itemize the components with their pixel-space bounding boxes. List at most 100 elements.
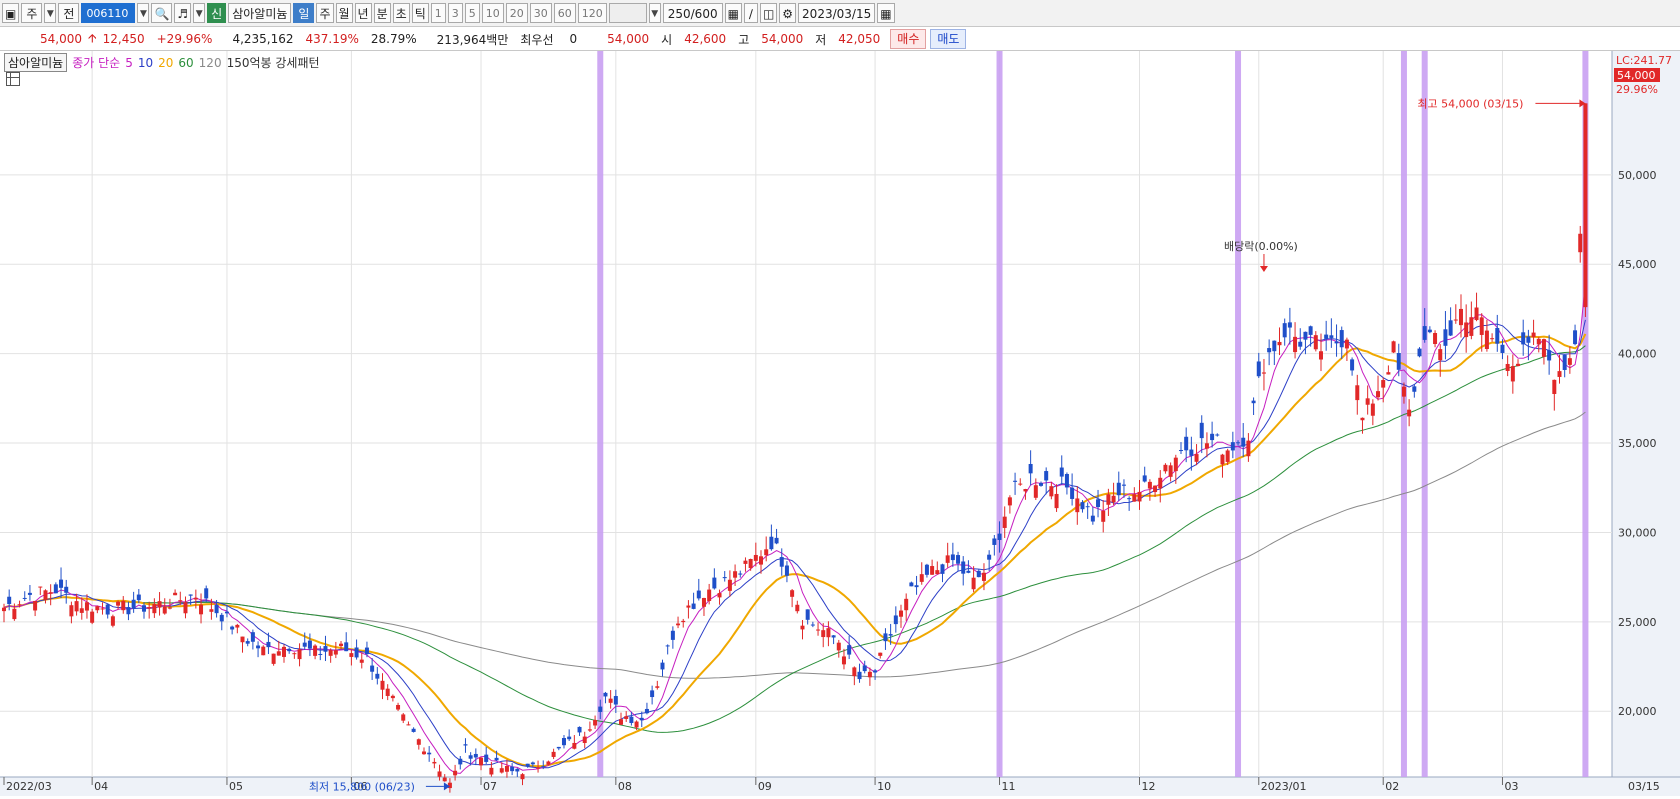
chevron-down-icon[interactable]: ▼ [44, 3, 57, 23]
candle-body [167, 607, 172, 609]
price-chart[interactable]: 20,000 25,000 30,000 35,000 40,000 45,000 50,0… [0, 51, 1680, 796]
chart-svg[interactable]: 20,000 25,000 30,000 35,000 40,000 45,000 50,0… [0, 51, 1680, 796]
candle-body [945, 555, 950, 563]
candle-settings-icon[interactable]: ▦ [724, 3, 742, 23]
buy-button[interactable]: 매수 [890, 29, 927, 49]
candle-body [484, 754, 489, 762]
period-tab-month[interactable]: 월 [335, 3, 353, 23]
ma5-line [3, 281, 1586, 774]
y-tick-label: 30,000 [1618, 526, 1657, 539]
date-input[interactable]: 2023/03/15 [798, 3, 876, 23]
high-annotation: 최고 54,000 (03/15) [1417, 97, 1523, 110]
candle-body [209, 609, 214, 612]
candle-body [541, 766, 546, 768]
candle-body [727, 579, 732, 591]
minute-120[interactable]: 120 [577, 3, 607, 23]
candle-body [1324, 334, 1329, 339]
candle-body [266, 641, 271, 648]
period-tab-year[interactable]: 년 [354, 3, 372, 23]
candle-body [1510, 366, 1515, 382]
candle-body [1573, 330, 1578, 345]
low-value: 42,050 [838, 32, 881, 46]
candle-body [961, 561, 966, 574]
search-icon[interactable]: 🔍 [151, 3, 173, 23]
candle-body [1552, 379, 1557, 394]
minute-1[interactable]: 1 [430, 3, 446, 23]
candle-body [810, 624, 815, 626]
candle-body [665, 645, 670, 647]
stock-code-input[interactable]: 006110 [81, 3, 136, 23]
speaker-icon[interactable]: ♬ [174, 3, 192, 23]
trend-line-icon[interactable]: ∕ [743, 3, 758, 23]
minute-20[interactable]: 20 [505, 3, 528, 23]
candle-body [131, 599, 136, 609]
interval-dropdown-icon[interactable]: ▼ [648, 3, 661, 23]
candle-body [1287, 322, 1292, 328]
save-icon[interactable]: ◫ [759, 3, 778, 23]
candle-body [411, 728, 416, 732]
candle-body [1344, 339, 1349, 349]
count-display[interactable]: 250/600 [662, 3, 723, 23]
period-tab-tick[interactable]: 틱 [411, 3, 429, 23]
minute-30[interactable]: 30 [529, 3, 552, 23]
candle-body [1267, 348, 1272, 353]
legend-stock-name[interactable]: 삼아알미늄 [4, 53, 68, 72]
candle-body [1184, 436, 1189, 451]
candle-body [276, 651, 281, 656]
candle-body [1127, 498, 1132, 500]
prev-button[interactable]: 전 [58, 3, 80, 23]
period-tab-second[interactable]: 초 [392, 3, 410, 23]
candle-body [1578, 233, 1583, 253]
x-tick-label: 02 [1385, 780, 1399, 793]
candle-body [442, 777, 447, 782]
period-selector[interactable]: 주 [21, 3, 43, 23]
sell-button[interactable]: 매도 [930, 29, 967, 49]
candle-body [1178, 450, 1183, 452]
candle-body [660, 662, 665, 670]
candle-body [899, 610, 904, 617]
priority-value: 0 [569, 32, 578, 46]
pattern-highlight-bar [1421, 51, 1428, 777]
candle-body [1230, 442, 1235, 451]
candle-body [1329, 335, 1334, 338]
candle-body [1298, 341, 1303, 347]
candle-body [831, 635, 836, 638]
candle-body [691, 603, 696, 609]
grid-toggle-icon[interactable] [6, 72, 20, 86]
candle-body [1090, 515, 1095, 522]
code-dropdown-icon[interactable]: ▼ [137, 3, 150, 23]
candle-body [1355, 385, 1360, 401]
period-tab-day[interactable]: 일 [293, 3, 315, 23]
period-tab-week[interactable]: 주 [316, 3, 334, 23]
candle-body [69, 605, 74, 617]
candle-body [1241, 437, 1246, 447]
interval-input[interactable] [608, 3, 647, 23]
layout-icon[interactable]: ▣ [2, 3, 20, 23]
candle-body [1500, 344, 1505, 353]
candle-body [1282, 323, 1287, 338]
minute-5[interactable]: 5 [464, 3, 480, 23]
candle-body [214, 604, 219, 614]
minute-10[interactable]: 10 [481, 3, 504, 23]
candle-body [1277, 341, 1282, 346]
calendar-icon[interactable]: ▦ [877, 3, 895, 23]
candle-body [1531, 332, 1536, 338]
gear-icon[interactable]: ⚙ [779, 3, 797, 23]
candle-body [1293, 336, 1298, 353]
candle-body [1370, 403, 1375, 416]
candle-body [1085, 506, 1090, 508]
minute-60[interactable]: 60 [553, 3, 576, 23]
minute-3[interactable]: 3 [447, 3, 463, 23]
candle-body [634, 721, 639, 728]
candle-body [1443, 329, 1448, 346]
candle-body [1339, 330, 1344, 348]
candle-body [753, 554, 758, 561]
stock-name: 삼아알미늄 [228, 3, 292, 23]
speaker-dropdown-icon[interactable]: ▼ [193, 3, 206, 23]
candle-body [1365, 398, 1370, 405]
candle-body [110, 616, 115, 626]
period-tab-minute[interactable]: 분 [373, 3, 391, 23]
y-tick-label: 40,000 [1618, 348, 1657, 361]
candle-body [696, 590, 701, 599]
candle-body [644, 708, 649, 714]
